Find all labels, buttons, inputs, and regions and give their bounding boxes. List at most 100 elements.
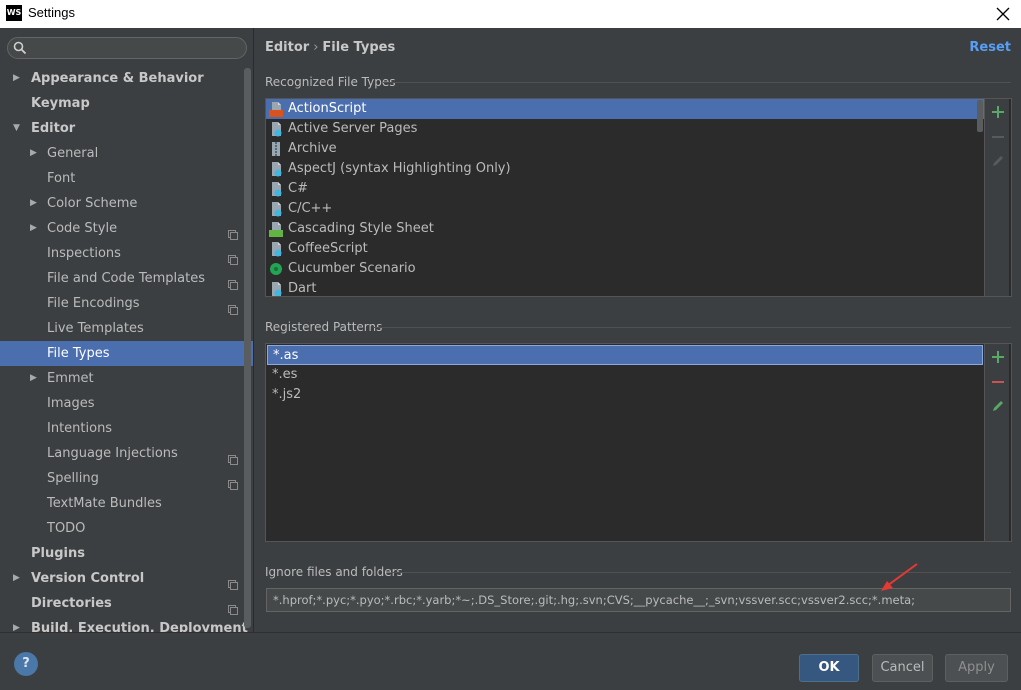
add-pattern-icon[interactable]	[990, 349, 1006, 365]
sidebar-item-label: Version Control	[31, 571, 145, 586]
file-type-item[interactable]: ActionScript	[266, 99, 984, 119]
file-type-item[interactable]: Dart	[266, 279, 984, 296]
sidebar-item-label: Directories	[31, 596, 112, 611]
sidebar-item-intentions[interactable]: Intentions	[0, 416, 253, 441]
breadcrumb-current: File Types	[322, 40, 396, 55]
patterns-toolbar	[984, 344, 1009, 541]
sidebar-item-live-templates[interactable]: Live Templates	[0, 316, 253, 341]
sidebar-item-font[interactable]: Font	[0, 166, 253, 191]
help-icon[interactable]: ?	[14, 652, 38, 676]
sidebar-item-color-scheme[interactable]: ▶ Color Scheme	[0, 191, 253, 216]
sidebar-item-spelling[interactable]: Spelling	[0, 466, 253, 491]
registered-patterns-list[interactable]: *.as *.es *.js2	[265, 343, 1012, 542]
add-file-type-icon[interactable]	[990, 104, 1006, 120]
csharp-file-icon	[269, 181, 284, 197]
sidebar-item-label: General	[47, 146, 99, 161]
sidebar-item-appearance-behavior[interactable]: ▶ Appearance & Behavior	[0, 66, 253, 91]
collapsed-arrow-icon[interactable]: ▶	[13, 566, 23, 591]
sidebar-item-keymap[interactable]: Keymap	[0, 91, 253, 116]
breadcrumb: Editor › File Types	[265, 40, 395, 55]
remove-pattern-icon[interactable]	[990, 374, 1006, 390]
sidebar-item-directories[interactable]: Directories	[0, 591, 253, 616]
sidebar-item-label: Language Injections	[47, 446, 178, 461]
file-type-label: C/C++	[288, 201, 333, 216]
sidebar-item-label: Font	[47, 171, 76, 186]
pattern-item[interactable]: *.js2	[267, 385, 983, 405]
reset-link[interactable]: Reset	[969, 40, 1011, 55]
breadcrumb-separator: ›	[313, 40, 319, 55]
collapsed-arrow-icon[interactable]: ▶	[30, 216, 40, 241]
settings-tree: ▶ Appearance & Behavior Keymap ▼ Editor ▶ Gene…	[0, 66, 253, 632]
pattern-item[interactable]: *.as	[267, 345, 983, 365]
pattern-item[interactable]: *.es	[267, 365, 983, 385]
file-type-item[interactable]: Cascading Style Sheet	[266, 219, 984, 239]
collapsed-arrow-icon[interactable]: ▶	[13, 66, 23, 91]
as-file-icon	[269, 101, 284, 117]
sidebar-item-label: Color Scheme	[47, 196, 138, 211]
search-field[interactable]	[7, 37, 247, 59]
close-icon[interactable]	[991, 2, 1015, 26]
file-type-label: ActionScript	[288, 101, 367, 116]
sidebar-item-general[interactable]: ▶ General	[0, 141, 253, 166]
ok-button[interactable]: OK	[799, 654, 859, 682]
project-scope-icon	[228, 474, 238, 490]
sidebar-item-file-types[interactable]: File Types	[0, 341, 253, 366]
sidebar-item-images[interactable]: Images	[0, 391, 253, 416]
ignore-files-title: Ignore files and folders	[265, 565, 403, 579]
apply-button[interactable]: Apply	[945, 654, 1008, 682]
file-type-item[interactable]: Active Server Pages	[266, 119, 984, 139]
sidebar-item-inspections[interactable]: Inspections	[0, 241, 253, 266]
project-scope-icon	[228, 449, 238, 465]
file-type-label: Active Server Pages	[288, 121, 418, 136]
remove-file-type-icon[interactable]	[990, 129, 1006, 145]
sidebar-item-label: Intentions	[47, 421, 113, 436]
file-type-item[interactable]: Archive	[266, 139, 984, 159]
sidebar-item-plugins[interactable]: Plugins	[0, 541, 253, 566]
recognized-file-types-title: Recognized File Types	[265, 75, 396, 89]
sidebar-item-language-injections[interactable]: Language Injections	[0, 441, 253, 466]
file-types-toolbar	[984, 99, 1009, 296]
section-divider	[373, 327, 1011, 328]
sidebar-item-textmate-bundles[interactable]: TextMate Bundles	[0, 491, 253, 516]
sidebar-item-label: Keymap	[31, 96, 90, 111]
cucumber-file-icon	[269, 261, 284, 277]
asp-file-icon	[269, 121, 284, 137]
project-scope-icon	[228, 224, 238, 240]
project-scope-icon	[228, 249, 238, 265]
collapsed-arrow-icon[interactable]: ▶	[30, 366, 40, 391]
sidebar-item-label: TextMate Bundles	[47, 496, 162, 511]
sidebar-item-label: File Encodings	[47, 296, 140, 311]
file-types-scrollbar[interactable]	[977, 100, 983, 132]
sidebar-item-file-encodings[interactable]: File Encodings	[0, 291, 253, 316]
sidebar-item-build-execution-deployment[interactable]: ▶ Build, Execution, Deployment	[0, 616, 253, 632]
sidebar-item-code-style[interactable]: ▶ Code Style	[0, 216, 253, 241]
collapsed-arrow-icon[interactable]: ▶	[13, 616, 23, 632]
sidebar-item-label: Live Templates	[47, 321, 144, 336]
file-type-item[interactable]: CoffeeScript	[266, 239, 984, 259]
cancel-button[interactable]: Cancel	[872, 654, 933, 682]
sidebar-item-emmet[interactable]: ▶ Emmet	[0, 366, 253, 391]
sidebar-item-editor[interactable]: ▼ Editor	[0, 116, 253, 141]
sidebar-item-label: Images	[47, 396, 95, 411]
file-type-label: C#	[288, 181, 308, 196]
collapsed-arrow-icon[interactable]: ▶	[30, 191, 40, 216]
file-type-label: Cascading Style Sheet	[288, 221, 434, 236]
sidebar-item-label: File and Code Templates	[47, 271, 205, 286]
cpp-file-icon	[269, 201, 284, 217]
sidebar-item-todo[interactable]: TODO	[0, 516, 253, 541]
file-type-label: AspectJ (syntax Highlighting Only)	[288, 161, 511, 176]
annotation-arrow-icon	[881, 563, 918, 591]
file-type-item[interactable]: AspectJ (syntax Highlighting Only)	[266, 159, 984, 179]
sidebar-scrollbar[interactable]	[244, 68, 251, 628]
file-type-item[interactable]: Cucumber Scenario	[266, 259, 984, 279]
file-type-item[interactable]: C/C++	[266, 199, 984, 219]
recognized-file-types-list[interactable]: ActionScript Active Server Pages Archive As…	[265, 98, 1012, 297]
edit-file-type-icon[interactable]	[990, 153, 1006, 169]
project-scope-icon	[228, 574, 238, 590]
edit-pattern-icon[interactable]	[990, 398, 1006, 414]
file-type-item[interactable]: C#	[266, 179, 984, 199]
collapsed-arrow-icon[interactable]: ▶	[30, 141, 40, 166]
sidebar-item-file-and-code-templates[interactable]: File and Code Templates	[0, 266, 253, 291]
expanded-arrow-icon[interactable]: ▼	[13, 116, 23, 141]
sidebar-item-version-control[interactable]: ▶ Version Control	[0, 566, 253, 591]
